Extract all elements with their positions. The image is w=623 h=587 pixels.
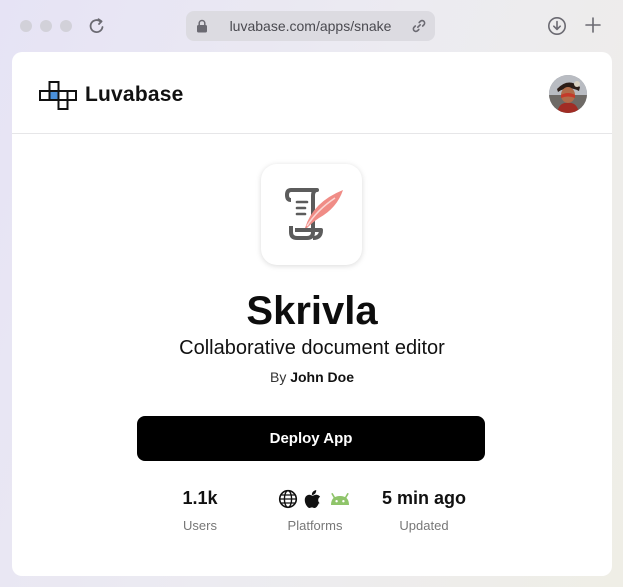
platform-icons — [270, 488, 360, 510]
android-icon — [331, 493, 349, 505]
site-header: Luvabase — [12, 52, 612, 134]
platforms-label: Platforms — [287, 518, 343, 533]
new-tab-plus-icon[interactable] — [584, 16, 602, 34]
window-minimize-dot[interactable] — [40, 20, 52, 32]
users-label: Users — [183, 518, 217, 533]
by-label: By — [269, 369, 287, 385]
avatar-image — [549, 75, 587, 113]
reload-icon[interactable] — [88, 16, 106, 36]
apple-icon — [304, 490, 321, 509]
download-icon[interactable] — [547, 16, 567, 36]
updated-label: Updated — [399, 518, 449, 533]
link-icon[interactable] — [411, 18, 427, 34]
window-close-dot[interactable] — [20, 20, 32, 32]
updated-time: 5 min ago — [381, 488, 466, 508]
app-icon-tile — [261, 164, 362, 265]
globe-icon — [278, 489, 298, 509]
deploy-app-button[interactable]: Deploy App — [137, 416, 485, 461]
author-name[interactable]: John Doe — [290, 369, 354, 385]
app-title: Skrivla — [246, 289, 378, 333]
url-text: luvabase.com/apps/snake — [229, 18, 392, 34]
app-tagline: Collaborative document editor — [179, 337, 445, 359]
platforms-stat: Platforms — [270, 488, 360, 533]
author-line: By John Doe — [12, 369, 612, 385]
updated-stat: 5 min ago Updated — [374, 488, 474, 533]
scroll-quill-icon — [284, 188, 343, 240]
user-avatar[interactable] — [549, 75, 587, 113]
users-count: 1.1k — [182, 488, 218, 508]
page-card: Luvabase Skrivla Collaborative document … — [12, 52, 612, 576]
users-stat: 1.1k Users — [165, 488, 235, 533]
address-bar[interactable]: luvabase.com/apps/snake — [186, 11, 435, 41]
luvabase-logo-icon[interactable] — [39, 81, 77, 111]
brand-name[interactable]: Luvabase — [85, 83, 183, 107]
window-maximize-dot[interactable] — [60, 20, 72, 32]
browser-toolbar: luvabase.com/apps/snake — [0, 0, 623, 52]
